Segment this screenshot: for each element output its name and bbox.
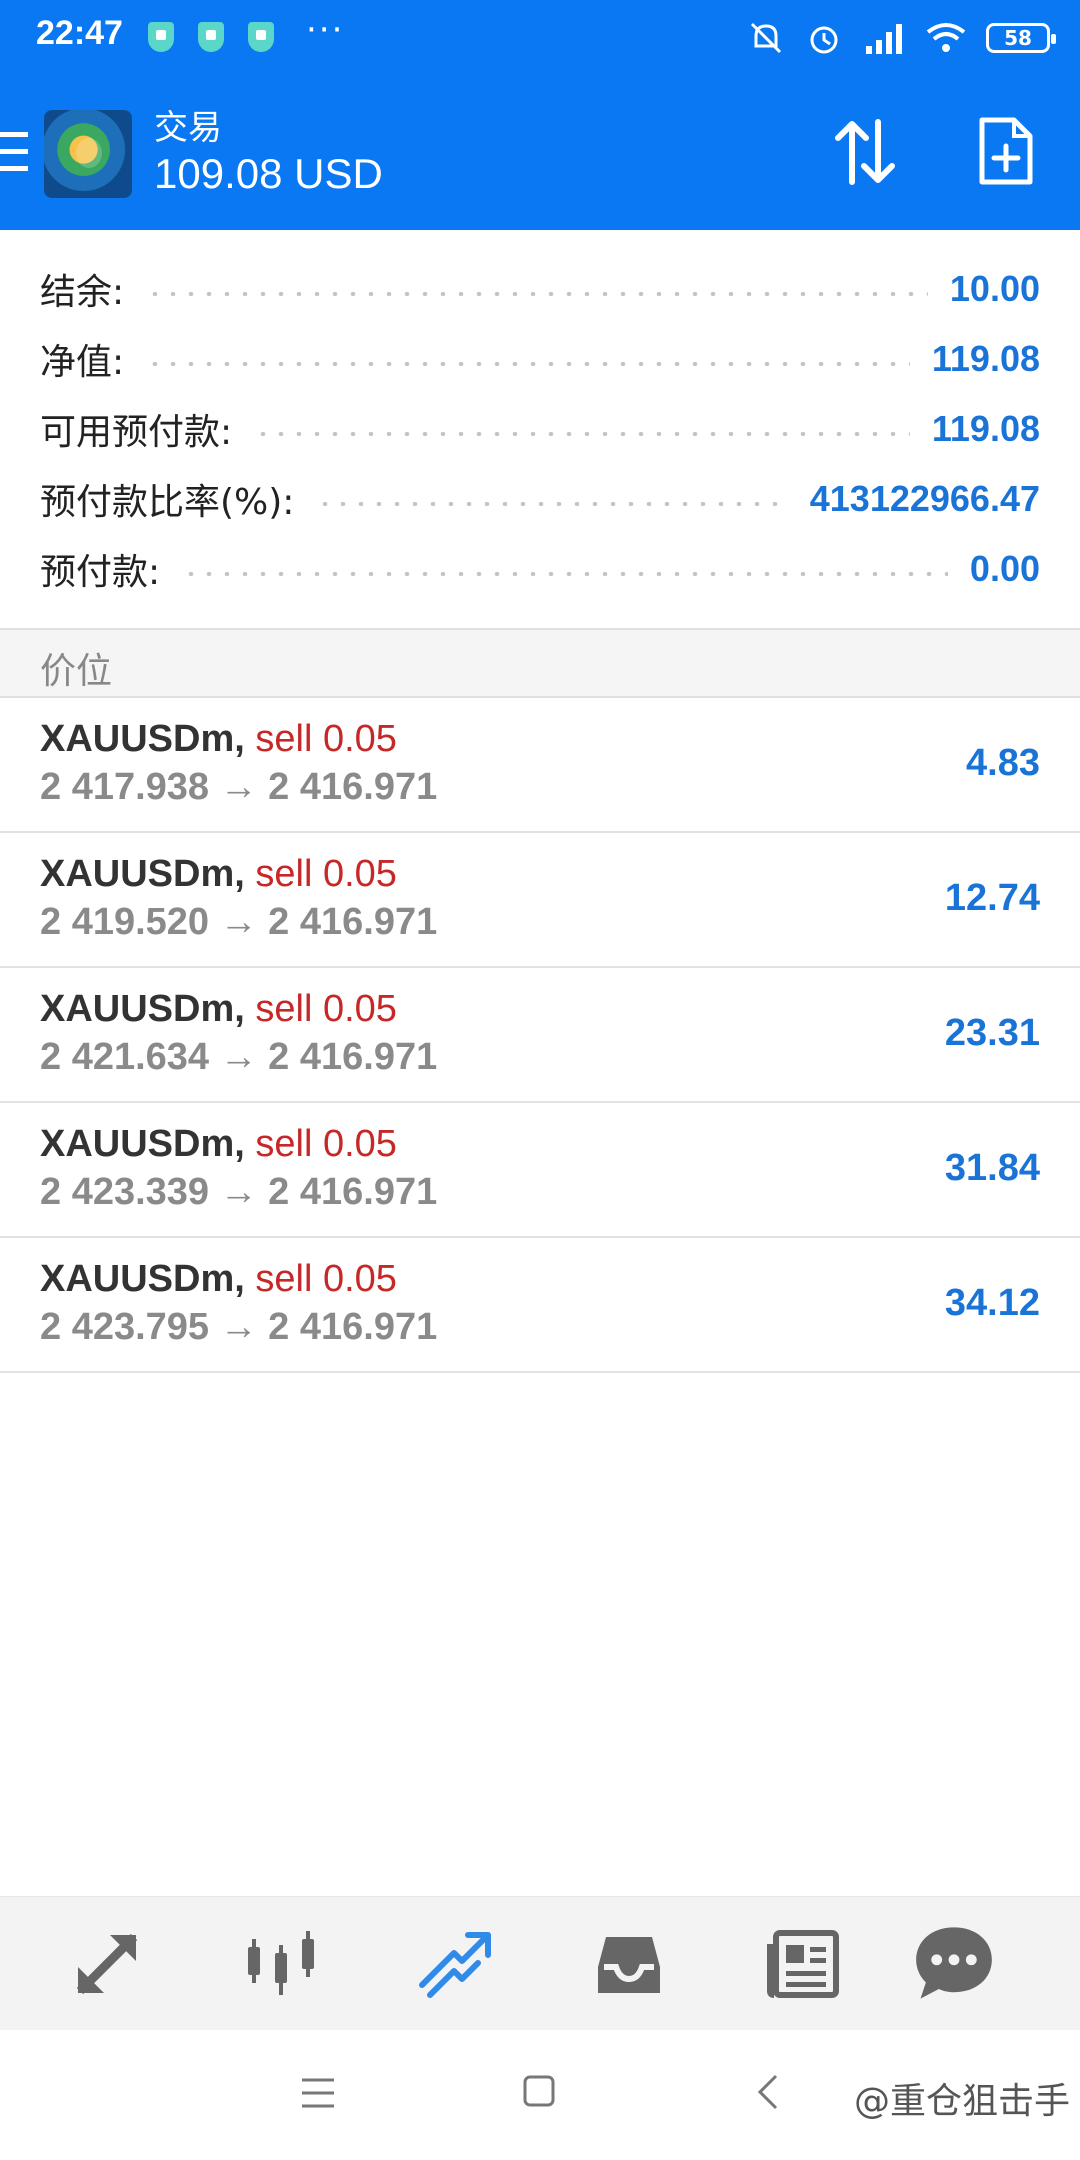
signal-icon <box>866 24 902 54</box>
summary-value: 10.00 <box>949 268 1040 309</box>
chart-icon[interactable] <box>244 1927 318 2001</box>
summary-row-margin-level: 预付款比率(%): 413122966.47 <box>40 464 1040 534</box>
chat-icon[interactable] <box>914 1923 994 2003</box>
position-direction: sell 0.05 <box>255 988 397 1030</box>
dotted-leader <box>182 572 948 576</box>
recent-apps-icon[interactable] <box>300 2076 336 2110</box>
position-symbol: XAUUSDm <box>40 1258 235 1300</box>
position-comma: , <box>234 1258 245 1300</box>
positions-list: XAUUSDm, sell 0.05 2 417.938 → 2 416.971… <box>0 698 1080 1373</box>
position-direction: sell 0.05 <box>255 1258 397 1300</box>
position-symbol: XAUUSDm <box>40 853 235 895</box>
summary-row-margin: 预付款: 0.00 <box>40 534 1040 604</box>
mute-icon <box>750 22 782 54</box>
alarm-icon <box>810 26 838 54</box>
summary-value: 119.08 <box>931 338 1040 379</box>
summary-label: 结余: <box>40 272 125 313</box>
summary-value: 0.00 <box>969 548 1040 589</box>
position-profit: 4.83 <box>966 742 1040 784</box>
more-notifications-icon: ··· <box>306 10 345 50</box>
trade-icon[interactable] <box>418 1927 492 2001</box>
summary-label: 可用预付款: <box>40 412 233 453</box>
position-comma: , <box>234 853 245 895</box>
position-title: XAUUSDm, sell 0.05 <box>40 718 397 761</box>
status-time: 22:47 <box>36 14 123 52</box>
position-profit: 12.74 <box>944 877 1040 919</box>
dotted-leader <box>146 292 928 296</box>
summary-value: 413122966.47 <box>809 478 1040 519</box>
position-symbol: XAUUSDm <box>40 988 235 1030</box>
bottom-nav <box>0 1896 1080 2031</box>
position-row[interactable]: XAUUSDm, sell 0.05 2 417.938 → 2 416.971… <box>0 698 1080 833</box>
summary-label: 预付款比率(%): <box>40 482 295 523</box>
position-comma: , <box>234 1123 245 1165</box>
position-direction: sell 0.05 <box>255 1123 397 1165</box>
position-profit: 34.12 <box>944 1282 1040 1324</box>
position-profit: 23.31 <box>944 1012 1040 1054</box>
shield-icon <box>198 22 224 52</box>
back-icon[interactable] <box>756 2074 780 2110</box>
menu-icon[interactable] <box>0 132 28 174</box>
position-prices: 2 417.938 → 2 416.971 <box>40 766 438 808</box>
news-icon[interactable] <box>766 1927 840 2001</box>
status-icons: 58 <box>746 14 1056 62</box>
position-prices: 2 419.520 → 2 416.971 <box>40 901 438 943</box>
position-prices: 2 423.795 → 2 416.971 <box>40 1306 438 1348</box>
position-title: XAUUSDm, sell 0.05 <box>40 988 397 1031</box>
position-row[interactable]: XAUUSDm, sell 0.05 2 421.634 → 2 416.971… <box>0 968 1080 1103</box>
dotted-leader <box>146 362 910 366</box>
summary-row-free-margin: 可用预付款: 119.08 <box>40 394 1040 464</box>
shield-icon <box>148 22 174 52</box>
position-direction: sell 0.05 <box>255 718 397 760</box>
status-bar: 22:47 ··· 58 <box>0 0 1080 76</box>
section-title: 价位 <box>40 651 113 692</box>
position-prices: 2 423.339 → 2 416.971 <box>40 1171 438 1213</box>
battery-icon: 58 <box>986 23 1056 53</box>
account-summary: 结余: 10.00 净值: 119.08 可用预付款: 119.08 预付款比率… <box>0 232 1080 628</box>
home-icon[interactable] <box>522 2074 556 2108</box>
dotted-leader <box>316 502 788 506</box>
position-profit: 31.84 <box>944 1147 1040 1189</box>
quotes-icon[interactable] <box>70 1927 144 2001</box>
position-row[interactable]: XAUUSDm, sell 0.05 2 423.339 → 2 416.971… <box>0 1103 1080 1238</box>
shield-icon <box>248 22 274 52</box>
positions-section-header: 价位 <box>0 628 1080 698</box>
position-title: XAUUSDm, sell 0.05 <box>40 1123 397 1166</box>
summary-label: 净值: <box>40 342 125 383</box>
position-comma: , <box>234 988 245 1030</box>
dotted-leader <box>254 432 910 436</box>
page-title: 交易 <box>154 108 222 148</box>
position-row[interactable]: XAUUSDm, sell 0.05 2 423.795 → 2 416.971… <box>0 1238 1080 1373</box>
position-title: XAUUSDm, sell 0.05 <box>40 853 397 896</box>
position-row[interactable]: XAUUSDm, sell 0.05 2 419.520 → 2 416.971… <box>0 833 1080 968</box>
app-bar: 交易 109.08 USD <box>0 76 1080 230</box>
summary-row-equity: 净值: 119.08 <box>40 324 1040 394</box>
position-comma: , <box>234 718 245 760</box>
position-prices: 2 421.634 → 2 416.971 <box>40 1036 438 1078</box>
app-logo-icon <box>44 110 132 198</box>
summary-value: 119.08 <box>931 408 1040 449</box>
summary-row-balance: 结余: 10.00 <box>40 254 1040 324</box>
sort-icon[interactable] <box>830 116 900 188</box>
position-direction: sell 0.05 <box>255 853 397 895</box>
battery-level: 58 <box>1004 26 1032 50</box>
position-title: XAUUSDm, sell 0.05 <box>40 1258 397 1301</box>
watermark-text: @重仓狙击手 <box>853 2081 1070 2122</box>
new-order-icon[interactable] <box>978 116 1034 186</box>
system-nav-bar: @重仓狙击手 <box>0 2030 1080 2160</box>
summary-label: 预付款: <box>40 552 161 593</box>
account-balance: 109.08 USD <box>154 150 383 197</box>
wifi-icon <box>926 23 966 52</box>
history-icon[interactable] <box>592 1927 666 2001</box>
position-symbol: XAUUSDm <box>40 1123 235 1165</box>
position-symbol: XAUUSDm <box>40 718 235 760</box>
